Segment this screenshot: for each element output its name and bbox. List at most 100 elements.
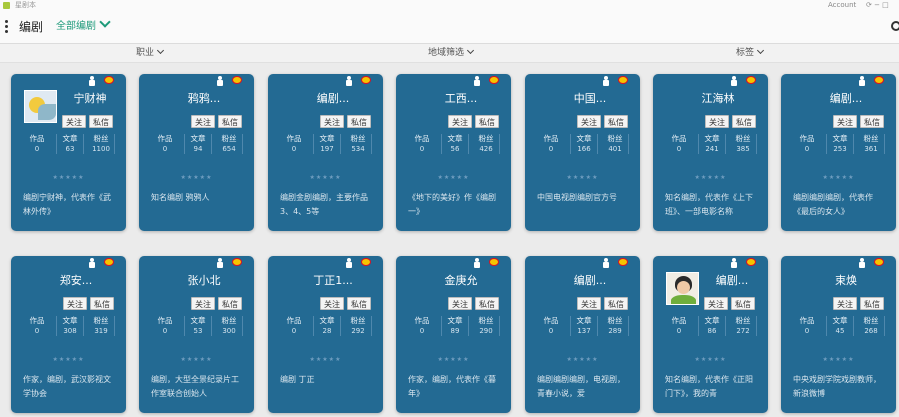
- writer-name[interactable]: 鸦鸦...: [169, 92, 239, 106]
- follow-button[interactable]: 关注: [320, 115, 344, 128]
- weibo-icon[interactable]: [232, 76, 242, 84]
- writer-name[interactable]: 束焕: [811, 274, 881, 288]
- stat-works: 作品 0: [281, 316, 307, 336]
- message-button[interactable]: 私信: [604, 297, 628, 310]
- stat-articles-value: 166: [577, 145, 591, 153]
- stat-articles: 文章 53: [184, 316, 212, 336]
- message-button[interactable]: 私信: [90, 297, 114, 310]
- message-button[interactable]: 私信: [731, 297, 755, 310]
- category-dropdown[interactable]: 全部编剧: [56, 11, 111, 43]
- writer-name[interactable]: 郑安...: [41, 274, 111, 288]
- message-button[interactable]: 私信: [604, 115, 628, 128]
- writer-card[interactable]: 编剧... 关注 私信 作品 0 文章 137 粉丝 289 ★★★★★ 编剧编剧编剧，电视剧，青春…: [525, 256, 640, 413]
- writer-card[interactable]: 张小北 关注 私信 作品 0 文章 53 粉丝 300 ★★★★★ 编剧，大型全景纪录片工作室联合创…: [139, 256, 254, 413]
- avatar[interactable]: [666, 272, 699, 305]
- writer-card[interactable]: 中国... 关注 私信 作品 0 文章 166 粉丝 401 ★★★★★ 中国电视剧编剧官方号: [525, 74, 640, 231]
- writer-name[interactable]: 编剧...: [555, 274, 625, 288]
- stat-fans-label: 粉丝: [863, 316, 879, 325]
- weibo-icon[interactable]: [104, 258, 114, 266]
- writer-bio: 知名编剧 鸦鸦人: [151, 193, 210, 202]
- stat-works-label: 作品: [286, 316, 302, 325]
- writer-card[interactable]: 郑安... 关注 私信 作品 0 文章 308 粉丝 319 ★★★★★ 作家，编剧，武汉影视文学协…: [11, 256, 126, 413]
- stat-articles: 文章 86: [698, 316, 726, 336]
- message-button[interactable]: 私信: [860, 297, 884, 310]
- weibo-icon[interactable]: [746, 76, 756, 84]
- message-button[interactable]: 私信: [475, 115, 499, 128]
- follow-button[interactable]: 关注: [448, 115, 472, 128]
- filter-region[interactable]: 地域筛选: [428, 44, 475, 62]
- weibo-icon[interactable]: [489, 76, 499, 84]
- stat-articles-value: 89: [450, 327, 460, 335]
- writer-name[interactable]: 工西...: [426, 92, 496, 106]
- search-icon[interactable]: [891, 21, 899, 31]
- writer-card[interactable]: 编剧... 关注 私信 作品 0 文章 86 粉丝 272 ★★★★★ 知名编剧，代表作《正阳门下》…: [653, 256, 768, 413]
- account-label[interactable]: Account: [828, 0, 856, 11]
- follow-button[interactable]: 关注: [63, 297, 87, 310]
- weibo-icon[interactable]: [361, 258, 371, 266]
- stat-works-label: 作品: [414, 316, 430, 325]
- writer-name[interactable]: 宁财神: [59, 92, 121, 106]
- writer-card[interactable]: 金庚允 关注 私信 作品 0 文章 89 粉丝 290 ★★★★★ 作家，编剧，代表作《暮年》: [396, 256, 511, 413]
- follow-button[interactable]: 关注: [577, 297, 601, 310]
- writer-card[interactable]: 鸦鸦... 关注 私信 作品 0 文章 94 粉丝 654 ★★★★★ 知名编剧 鸦鸦人: [139, 74, 254, 231]
- rating-stars: ★★★★★: [180, 174, 213, 181]
- writer-name[interactable]: 金庚允: [426, 274, 496, 288]
- message-button[interactable]: 私信: [732, 115, 756, 128]
- weibo-icon[interactable]: [104, 76, 114, 84]
- writer-name[interactable]: 中国...: [555, 92, 625, 106]
- message-button[interactable]: 私信: [475, 297, 499, 310]
- writer-name[interactable]: 丁正1...: [298, 274, 368, 288]
- message-button[interactable]: 私信: [860, 115, 884, 128]
- filter-tags[interactable]: 标签: [736, 44, 765, 62]
- follow-button[interactable]: 关注: [577, 115, 601, 128]
- writer-name[interactable]: 江海林: [683, 92, 753, 106]
- male-icon: [602, 258, 610, 268]
- writer-name[interactable]: 编剧...: [298, 92, 368, 106]
- writer-name[interactable]: 张小北: [169, 274, 239, 288]
- weibo-icon[interactable]: [618, 76, 628, 84]
- menu-icon[interactable]: [5, 20, 8, 34]
- weibo-icon[interactable]: [746, 258, 756, 266]
- writer-name[interactable]: 编剧...: [811, 92, 881, 106]
- follow-button[interactable]: 关注: [833, 115, 857, 128]
- follow-button[interactable]: 关注: [320, 297, 344, 310]
- card-badges: [216, 258, 248, 268]
- message-button[interactable]: 私信: [218, 297, 242, 310]
- stat-articles-value: 253: [833, 145, 847, 153]
- writer-card[interactable]: 宁财神 关注 私信 作品 0 文章 63 粉丝 1100 ★★★★★ 编剧宁财神，代表作《武林外传》: [11, 74, 126, 231]
- writer-card[interactable]: 束焕 关注 私信 作品 0 文章 45 粉丝 268 ★★★★★ 中央戏剧学院戏剧教师，新浪微博: [781, 256, 896, 413]
- weibo-icon[interactable]: [874, 76, 884, 84]
- weibo-icon[interactable]: [874, 258, 884, 266]
- writer-name[interactable]: 编剧...: [701, 274, 763, 288]
- writer-card[interactable]: 编剧... 关注 私信 作品 0 文章 253 粉丝 361 ★★★★★ 编剧编剧编剧，代表作《最后…: [781, 74, 896, 231]
- follow-button[interactable]: 关注: [704, 297, 728, 310]
- weibo-icon[interactable]: [618, 258, 628, 266]
- weibo-icon[interactable]: [232, 258, 242, 266]
- writer-stats: 作品 0 文章 56 粉丝 426: [409, 134, 500, 164]
- weibo-icon[interactable]: [489, 258, 499, 266]
- message-button[interactable]: 私信: [347, 297, 371, 310]
- follow-button[interactable]: 关注: [191, 297, 215, 310]
- male-icon: [88, 258, 96, 268]
- follow-button[interactable]: 关注: [448, 297, 472, 310]
- follow-button[interactable]: 关注: [705, 115, 729, 128]
- stat-fans-label: 粉丝: [863, 134, 879, 143]
- follow-button[interactable]: 关注: [62, 115, 86, 128]
- follow-button[interactable]: 关注: [833, 297, 857, 310]
- stat-works-value: 0: [419, 145, 425, 153]
- message-button[interactable]: 私信: [89, 115, 113, 128]
- stat-articles-value: 86: [707, 327, 717, 335]
- writer-card[interactable]: 丁正1... 关注 私信 作品 0 文章 28 粉丝 292 ★★★★★ 编剧 丁正: [268, 256, 383, 413]
- stat-works: 作品 0: [409, 134, 435, 154]
- filter-occupation[interactable]: 职业: [136, 44, 165, 62]
- follow-button[interactable]: 关注: [191, 115, 215, 128]
- stat-fans-value: 361: [864, 145, 878, 153]
- weibo-icon[interactable]: [361, 76, 371, 84]
- writer-card[interactable]: 编剧... 关注 私信 作品 0 文章 197 粉丝 534 ★★★★★ 编剧金剧编剧，主要作品3、…: [268, 74, 383, 231]
- writer-card[interactable]: 工西... 关注 私信 作品 0 文章 56 粉丝 426 ★★★★★ 《地下的美好》作《编剧一》: [396, 74, 511, 231]
- message-button[interactable]: 私信: [347, 115, 371, 128]
- window-controls[interactable]: ⟳ − □: [866, 0, 889, 11]
- writer-card[interactable]: 江海林 关注 私信 作品 0 文章 241 粉丝 385 ★★★★★ 知名编剧，代表作《上下班》、一…: [653, 74, 768, 231]
- avatar[interactable]: [24, 90, 57, 123]
- message-button[interactable]: 私信: [218, 115, 242, 128]
